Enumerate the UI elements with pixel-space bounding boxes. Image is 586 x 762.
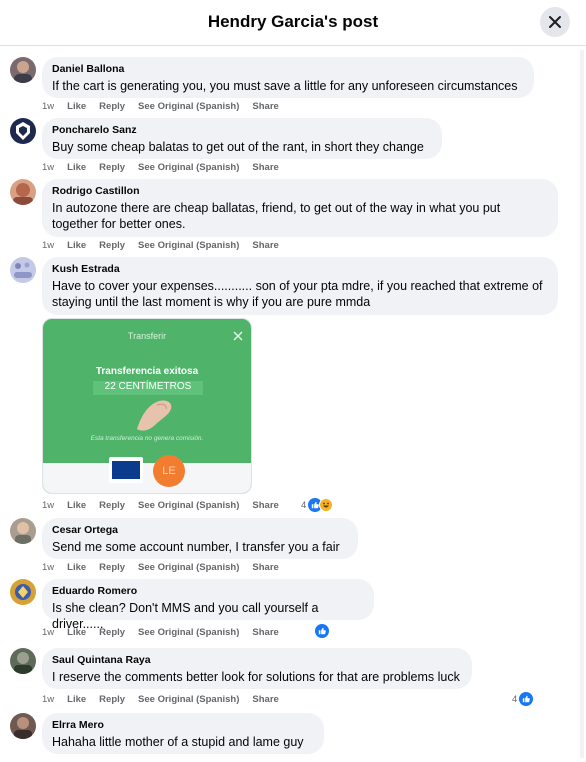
haha-reaction-icon	[319, 498, 334, 512]
share-button[interactable]: Share	[252, 694, 278, 705]
comment-bubble: Poncharelo Sanz Buy some cheap balatas t…	[42, 118, 442, 159]
comment-time[interactable]: 1w	[42, 694, 54, 705]
reply-button[interactable]: Reply	[99, 694, 125, 705]
like-reaction-icon	[315, 624, 329, 638]
share-button[interactable]: Share	[252, 627, 278, 638]
like-button[interactable]: Like	[67, 627, 86, 638]
comment-actions: 1w Like Reply See Original (Spanish) Sha…	[42, 101, 292, 112]
comment-text: Buy some cheap balatas to get out of the…	[52, 140, 424, 154]
avatar[interactable]	[10, 179, 36, 205]
comment-time[interactable]: 1w	[42, 240, 54, 251]
like-button[interactable]: Like	[67, 101, 86, 112]
comment-author[interactable]: Daniel Ballona	[52, 63, 524, 76]
comment-text: In autozone there are cheap ballatas, fr…	[52, 201, 501, 231]
comment-bubble: Rodrigo Castillon In autozone there are …	[42, 179, 558, 237]
attached-image[interactable]: Transferir Transferencia exitosa 22 CENT…	[42, 318, 252, 494]
comment-actions: 1w Like Reply See Original (Spanish) Sha…	[42, 240, 292, 251]
comment-time[interactable]: 1w	[42, 627, 54, 638]
reaction-count: 4	[301, 499, 307, 511]
comment-actions: 1w Like Reply See Original (Spanish) Sha…	[42, 500, 292, 511]
comment-bubble: Daniel Ballona If the cart is generating…	[42, 57, 534, 98]
comment-bubble: Elrra Mero Hahaha little mother of a stu…	[42, 713, 324, 754]
avatar[interactable]	[10, 118, 36, 144]
comment-author[interactable]: Poncharelo Sanz	[52, 124, 432, 137]
comment-author[interactable]: Eduardo Romero	[52, 585, 364, 598]
transfer-amount: 22 CENTÍMETROS	[93, 381, 203, 395]
comment-text: If the cart is generating you, you must …	[52, 79, 518, 93]
hand-image	[137, 400, 172, 431]
share-button[interactable]: Share	[252, 562, 278, 573]
comment-bubble: Cesar Ortega Send me some account number…	[42, 518, 358, 559]
comment-text: Have to cover your expenses........... s…	[52, 279, 543, 309]
reply-button[interactable]: Reply	[99, 627, 125, 638]
see-original-button[interactable]: See Original (Spanish)	[138, 240, 239, 251]
comment-time[interactable]: 1w	[42, 500, 54, 511]
transfer-status: Transferencia exitosa	[95, 366, 199, 377]
see-original-button[interactable]: See Original (Spanish)	[138, 562, 239, 573]
see-original-button[interactable]: See Original (Spanish)	[138, 162, 239, 173]
see-original-button[interactable]: See Original (Spanish)	[138, 500, 239, 511]
comment-author[interactable]: Rodrigo Castillon	[52, 185, 548, 198]
comment-bubble: Eduardo Romero Is she clean? Don't MMS a…	[42, 579, 374, 631]
reply-button[interactable]: Reply	[99, 500, 125, 511]
reaction-summary[interactable]: 4	[301, 498, 334, 512]
comment-actions: 1w Like Reply See Original (Spanish) Sha…	[42, 694, 292, 705]
like-button[interactable]: Like	[67, 562, 86, 573]
avatar[interactable]	[10, 257, 36, 283]
share-button[interactable]: Share	[252, 500, 278, 511]
post-title: Hendry Garcia's post	[207, 12, 379, 31]
comment-time[interactable]: 1w	[42, 162, 54, 173]
close-icon	[549, 16, 561, 28]
see-original-button[interactable]: See Original (Spanish)	[138, 694, 239, 705]
comment-text: I reserve the comments better look for s…	[52, 670, 460, 684]
avatar[interactable]	[10, 713, 36, 739]
comment-actions: 1w Like Reply See Original (Spanish) Sha…	[42, 627, 292, 638]
transfer-note: Esta transferencia no genera comisión.	[90, 435, 204, 442]
comment-time[interactable]: 1w	[42, 101, 54, 112]
comment-author[interactable]: Elrra Mero	[52, 719, 314, 732]
reply-button[interactable]: Reply	[99, 162, 125, 173]
avatar[interactable]	[10, 57, 36, 83]
like-button[interactable]: Like	[67, 694, 86, 705]
comment-bubble: Kush Estrada Have to cover your expenses…	[42, 257, 558, 315]
see-original-button[interactable]: See Original (Spanish)	[138, 627, 239, 638]
close-button[interactable]	[540, 7, 570, 37]
like-button[interactable]: Like	[67, 240, 86, 251]
comment-author[interactable]: Saul Quintana Raya	[52, 654, 462, 667]
reaction-count: 4	[512, 693, 518, 705]
like-button[interactable]: Like	[67, 500, 86, 511]
bank-card-icon	[109, 457, 143, 483]
comment-author[interactable]: Cesar Ortega	[52, 524, 348, 537]
transfer-screen-title: Transferir	[127, 331, 167, 341]
see-original-button[interactable]: See Original (Spanish)	[138, 101, 239, 112]
comment-time[interactable]: 1w	[42, 562, 54, 573]
avatar[interactable]	[10, 648, 36, 674]
comment-author[interactable]: Kush Estrada	[52, 263, 548, 276]
like-button[interactable]: Like	[67, 162, 86, 173]
comment-actions: 1w Like Reply See Original (Spanish) Sha…	[42, 162, 292, 173]
share-button[interactable]: Share	[252, 162, 278, 173]
comment-text: Send me some account number, I transfer …	[52, 540, 340, 554]
recipient-badge: LE	[153, 455, 185, 487]
comment-bubble: Saul Quintana Raya I reserve the comment…	[42, 648, 472, 689]
avatar[interactable]	[10, 579, 36, 605]
like-reaction-icon	[519, 692, 534, 706]
scrollbar[interactable]	[580, 50, 584, 758]
image-bottom-bar	[43, 463, 251, 493]
post-header: Hendry Garcia's post	[0, 0, 586, 46]
reaction-summary[interactable]	[315, 624, 329, 638]
reply-button[interactable]: Reply	[99, 101, 125, 112]
reply-button[interactable]: Reply	[99, 562, 125, 573]
comment-text: Hahaha little mother of a stupid and lam…	[52, 735, 304, 749]
share-button[interactable]: Share	[252, 101, 278, 112]
close-icon	[233, 331, 243, 341]
share-button[interactable]: Share	[252, 240, 278, 251]
reaction-summary[interactable]: 4	[512, 692, 534, 706]
reply-button[interactable]: Reply	[99, 240, 125, 251]
comment-actions: 1w Like Reply See Original (Spanish) Sha…	[42, 562, 292, 573]
avatar[interactable]	[10, 518, 36, 544]
